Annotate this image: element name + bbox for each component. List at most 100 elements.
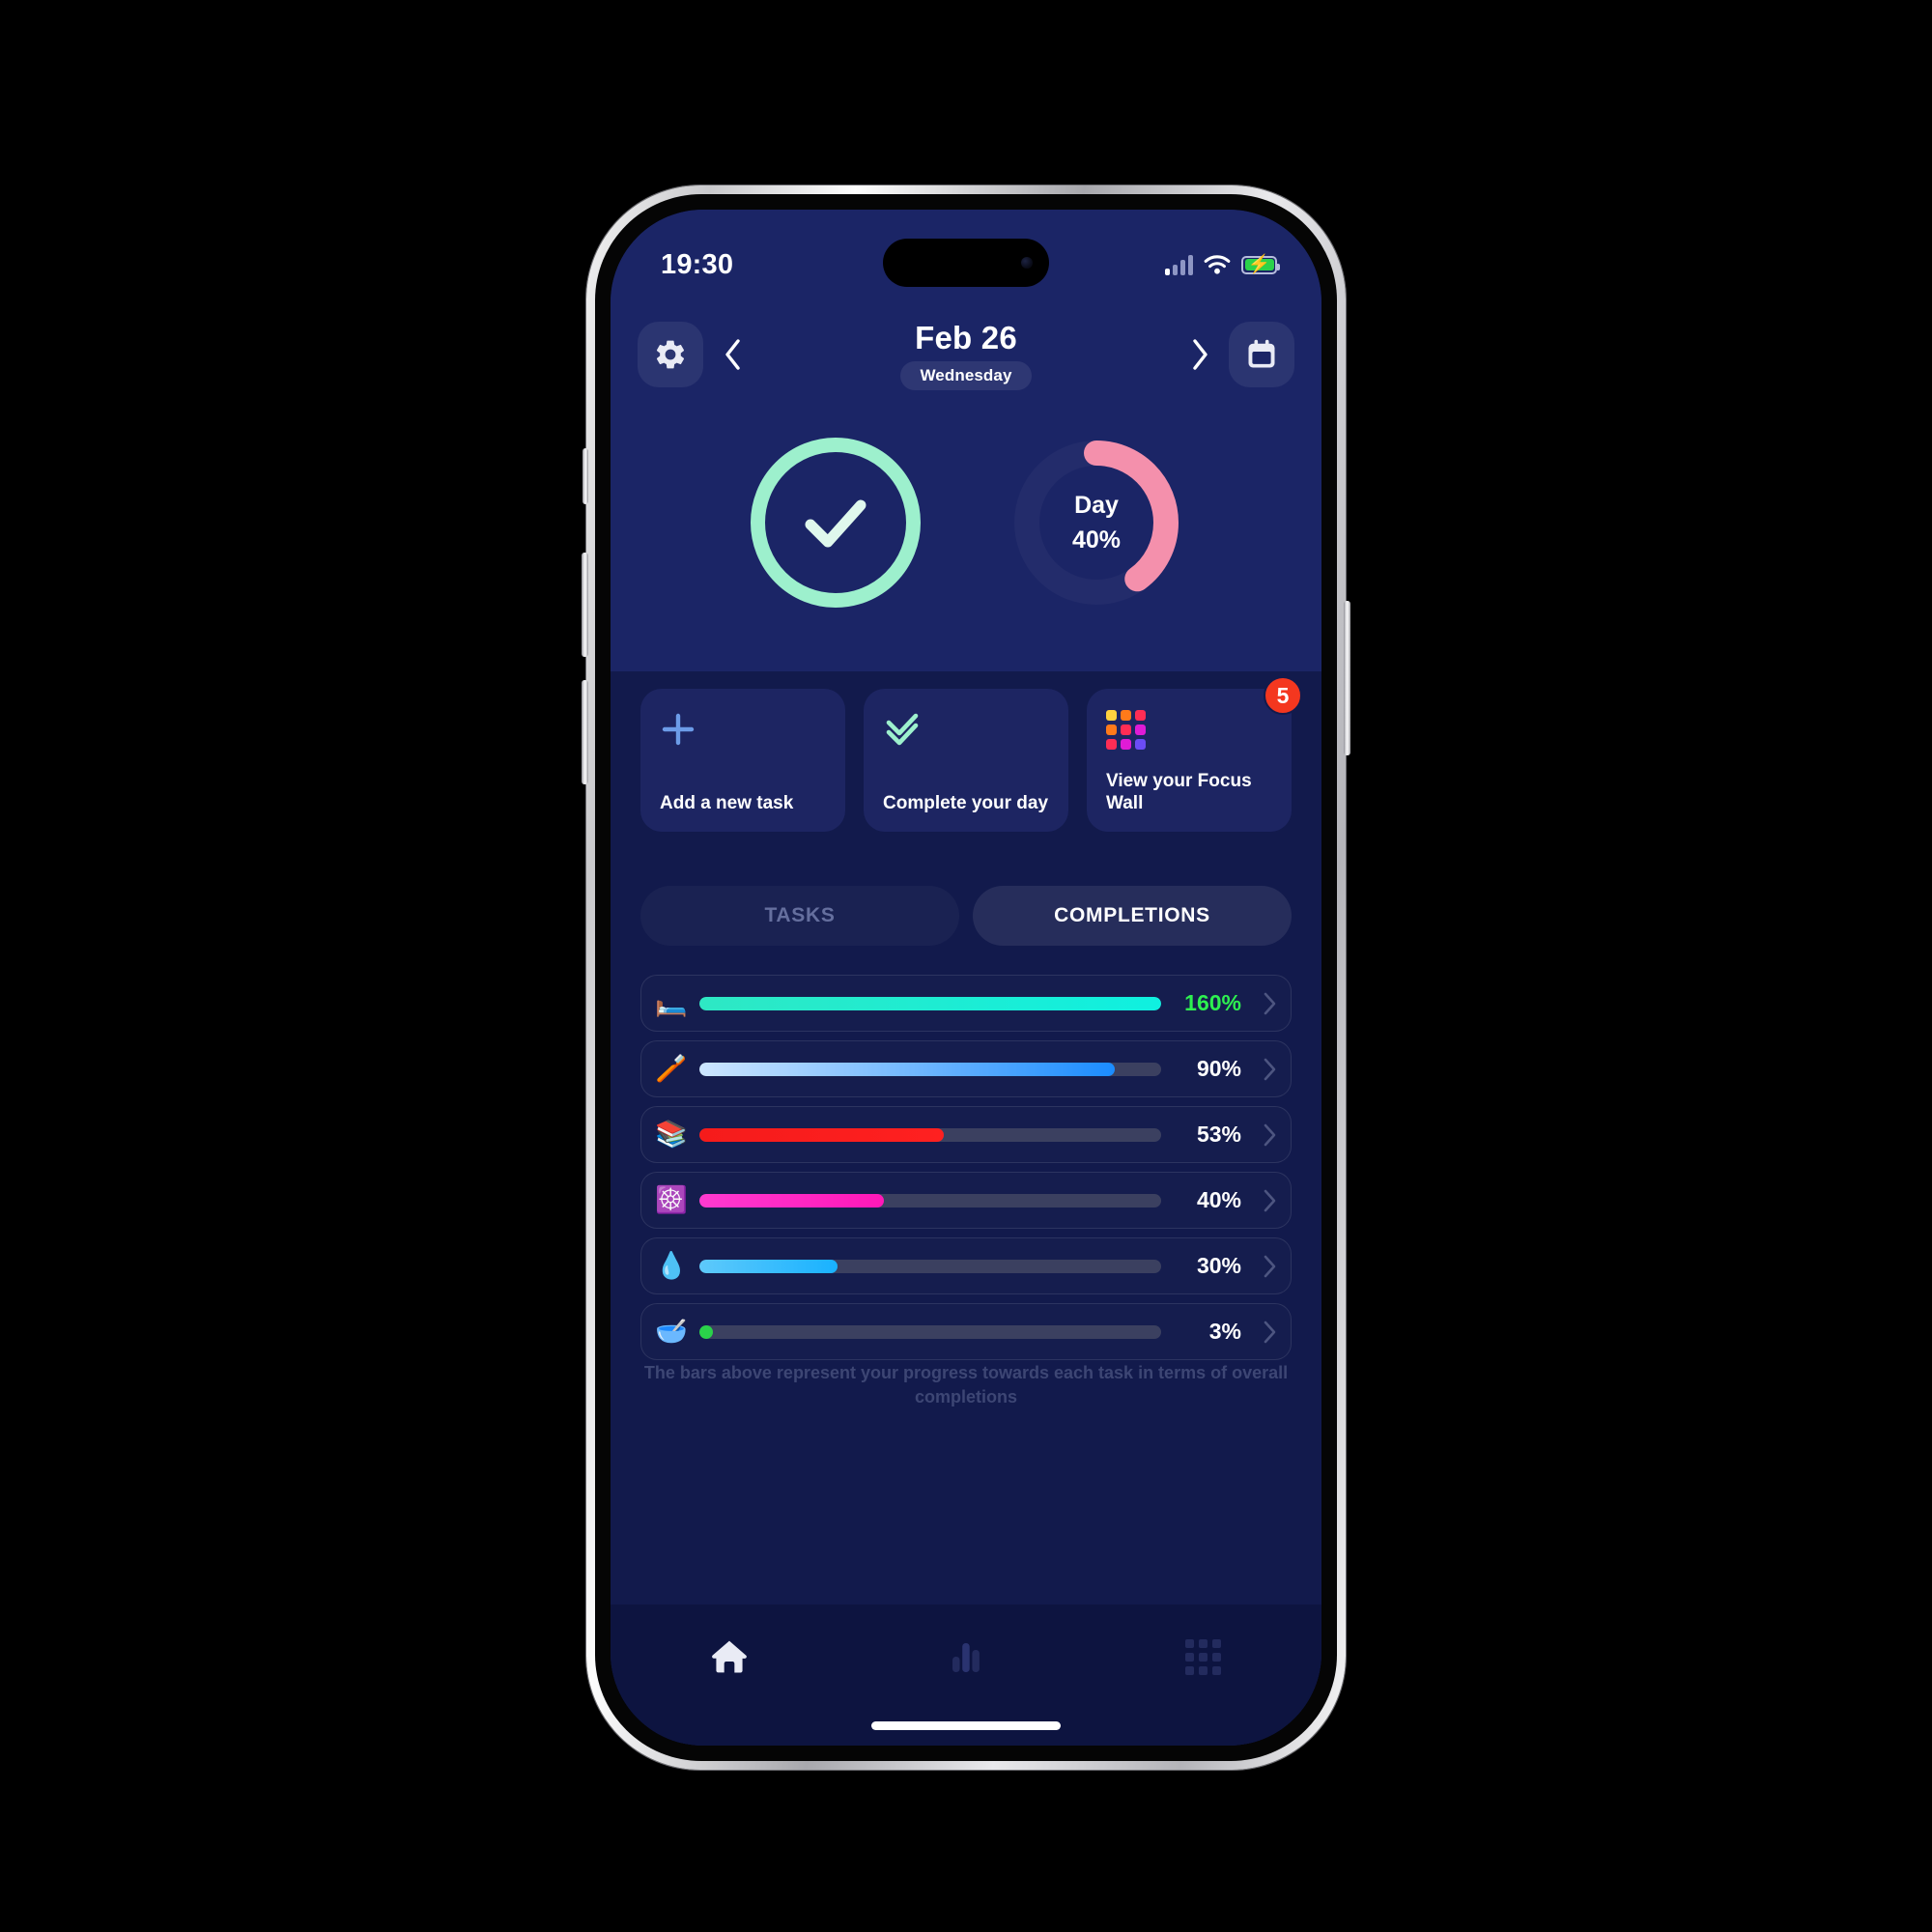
progress-track bbox=[699, 1062, 1161, 1076]
progress-track bbox=[699, 1127, 1161, 1142]
day-complete-indicator[interactable] bbox=[751, 438, 921, 608]
completion-percent-label: 90% bbox=[1196, 1056, 1241, 1081]
previous-day-button[interactable] bbox=[703, 326, 761, 384]
completion-row[interactable]: 🪥 90% bbox=[640, 1040, 1292, 1097]
calendar-button[interactable] bbox=[1229, 322, 1294, 387]
home-icon bbox=[711, 1640, 747, 1673]
volume-down-button[interactable] bbox=[582, 680, 588, 784]
completion-percent-label: 40% bbox=[1196, 1187, 1241, 1212]
next-day-button[interactable] bbox=[1171, 326, 1229, 384]
chevron-right-icon[interactable] bbox=[1252, 1057, 1277, 1082]
date-display[interactable]: Feb 26 Wednesday bbox=[761, 320, 1171, 390]
chevron-left-icon bbox=[724, 339, 740, 370]
completions-footnote: The bars above represent your progress t… bbox=[643, 1363, 1289, 1406]
view-focus-wall-label: View your Focus Wall bbox=[1106, 770, 1252, 813]
completion-row[interactable]: 🛏️ 160% bbox=[640, 975, 1292, 1032]
completion-percent-label: 160% bbox=[1184, 990, 1241, 1015]
complete-your-day-card[interactable]: Complete your day bbox=[864, 689, 1068, 832]
quick-action-cards: Add a new task Complete your day 5 View … bbox=[611, 676, 1321, 832]
bar-chart-icon bbox=[952, 1643, 980, 1672]
chevron-right-icon[interactable] bbox=[1252, 1188, 1277, 1213]
completion-row[interactable]: 📚 53% bbox=[640, 1106, 1292, 1163]
chevron-right-icon[interactable] bbox=[1252, 1254, 1277, 1279]
day-progress-ring[interactable]: Day 40% bbox=[1011, 438, 1181, 608]
progress-track bbox=[699, 1324, 1161, 1339]
view-focus-wall-card[interactable]: 5 View your Focus Wall bbox=[1087, 676, 1302, 832]
progress-fill bbox=[699, 996, 1161, 1010]
grid-cell bbox=[1121, 738, 1131, 750]
nav-grid-button[interactable] bbox=[1145, 1630, 1261, 1684]
nav-home-button[interactable] bbox=[671, 1630, 787, 1684]
add-new-task-card[interactable]: Add a new task bbox=[640, 689, 845, 832]
grid-cell bbox=[1106, 724, 1117, 735]
grid-3x3-icon bbox=[1106, 709, 1146, 750]
front-camera-icon bbox=[1021, 257, 1033, 269]
chevron-right-icon[interactable] bbox=[1252, 991, 1277, 1016]
volume-up-button[interactable] bbox=[582, 553, 588, 657]
cellular-signal-icon bbox=[1165, 254, 1193, 275]
battery-charging-icon: ⚡ bbox=[1241, 254, 1280, 275]
check-circle-icon bbox=[751, 438, 921, 608]
day-ring-label: Day bbox=[1074, 491, 1119, 519]
grid-cell bbox=[1135, 709, 1146, 721]
chevron-right-icon[interactable] bbox=[1252, 1122, 1277, 1148]
phone-screen: 19:30 ⚡ Feb 26 Wednesday Day 40% Add a n… bbox=[611, 210, 1321, 1746]
progress-fill bbox=[699, 1324, 714, 1339]
grid-cell bbox=[1106, 709, 1117, 721]
completion-percent-label: 3% bbox=[1208, 1319, 1241, 1344]
grid-cell bbox=[1121, 709, 1131, 721]
plus-icon bbox=[660, 710, 826, 749]
phone-bezel: 19:30 ⚡ Feb 26 Wednesday Day 40% Add a n… bbox=[595, 194, 1337, 1761]
progress-track bbox=[699, 996, 1161, 1010]
completion-row[interactable]: 💧 30% bbox=[640, 1237, 1292, 1294]
nav-stats-button[interactable] bbox=[908, 1630, 1024, 1684]
view-tabs: TASKS COMPLETIONS bbox=[611, 886, 1321, 946]
grid-cell bbox=[1135, 738, 1146, 750]
settings-button[interactable] bbox=[638, 322, 703, 387]
task-emoji-icon: 📚 bbox=[655, 1120, 688, 1149]
day-ring-value: 40% bbox=[1071, 526, 1122, 554]
calendar-icon bbox=[1248, 339, 1275, 368]
progress-fill bbox=[699, 1259, 838, 1273]
progress-track bbox=[699, 1259, 1161, 1273]
chevron-right-icon[interactable] bbox=[1252, 1320, 1277, 1345]
complete-your-day-label: Complete your day bbox=[883, 792, 1049, 813]
gear-icon bbox=[656, 340, 685, 369]
chevron-right-icon bbox=[1192, 339, 1208, 370]
grid-cell bbox=[1106, 738, 1117, 750]
power-button[interactable] bbox=[1344, 601, 1350, 755]
status-bar-clock: 19:30 bbox=[661, 248, 734, 280]
app-header: Feb 26 Wednesday bbox=[611, 314, 1321, 395]
completion-row[interactable]: 🥣 3% bbox=[640, 1303, 1292, 1360]
task-emoji-icon: 🛏️ bbox=[655, 988, 688, 1017]
add-new-task-label: Add a new task bbox=[660, 792, 794, 813]
status-bar-indicators: ⚡ bbox=[1165, 254, 1280, 275]
screenshot-canvas: 19:30 ⚡ Feb 26 Wednesday Day 40% Add a n… bbox=[0, 0, 1932, 1932]
grid-cell bbox=[1135, 724, 1146, 735]
charging-bolt-icon: ⚡ bbox=[1247, 254, 1271, 275]
grid-icon bbox=[1184, 1638, 1221, 1675]
tab-completions[interactable]: COMPLETIONS bbox=[973, 886, 1292, 946]
grid-cell bbox=[1121, 724, 1131, 735]
completion-percent-label: 53% bbox=[1196, 1122, 1241, 1147]
progress-rings-section: Day 40% bbox=[611, 411, 1321, 635]
checkmark-icon bbox=[805, 499, 867, 548]
current-date-label: Feb 26 bbox=[915, 319, 1017, 355]
tab-tasks[interactable]: TASKS bbox=[640, 886, 959, 946]
progress-fill bbox=[699, 1193, 885, 1208]
dynamic-island bbox=[883, 239, 1049, 287]
task-emoji-icon: 🪥 bbox=[655, 1054, 688, 1083]
progress-track bbox=[699, 1193, 1161, 1208]
progress-fill bbox=[699, 1062, 1116, 1076]
progress-fill bbox=[699, 1127, 945, 1142]
silent-switch-button[interactable] bbox=[582, 448, 588, 504]
task-emoji-icon: 💧 bbox=[655, 1251, 688, 1280]
weekday-badge: Wednesday bbox=[900, 360, 1032, 390]
completion-row[interactable]: ☸️ 40% bbox=[640, 1172, 1292, 1229]
wifi-icon bbox=[1204, 254, 1231, 274]
home-indicator[interactable] bbox=[871, 1721, 1061, 1730]
completions-progress-list: 🛏️ 160% 🪥 90% 📚 53% ☸️ 40% 💧 30% 🥣 3% bbox=[611, 975, 1321, 1360]
day-ring-center: Day 40% bbox=[1011, 438, 1181, 608]
task-emoji-icon: ☸️ bbox=[655, 1185, 688, 1214]
completion-percent-label: 30% bbox=[1196, 1253, 1241, 1278]
